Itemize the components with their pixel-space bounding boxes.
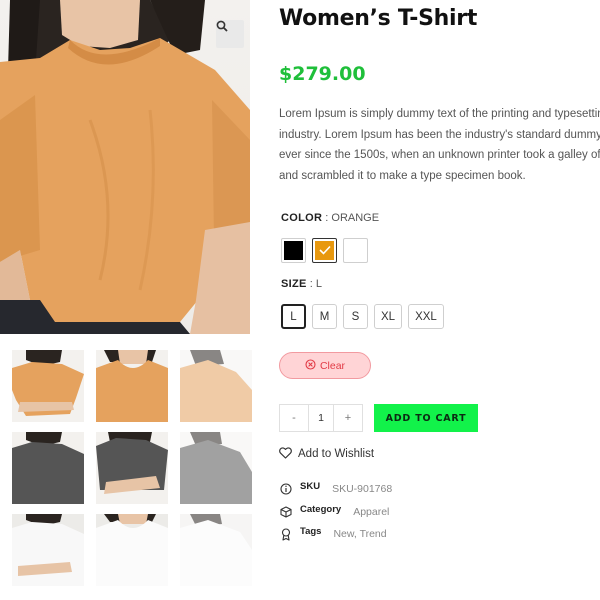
wishlist-label: Add to Wishlist [298, 448, 375, 460]
product-description: Lorem Ipsum is simply dummy text of the … [279, 104, 600, 186]
quantity-decrease-button[interactable]: - [280, 405, 308, 431]
product-details: Women’s T-Shirt $279.00 Lorem Ipsum is s… [279, 0, 600, 600]
description-line: ever since the 1500s, when an unknown pr… [279, 149, 600, 161]
zoom-button[interactable] [216, 20, 244, 48]
size-options: L M S XL XXL [281, 304, 444, 329]
tags-label: Tags [300, 526, 322, 537]
swatch-white[interactable] [343, 238, 368, 263]
size-option-xxl[interactable]: XXL [408, 304, 444, 329]
swatch-orange-fill [315, 241, 334, 260]
product-title: Women’s T-Shirt [279, 6, 478, 31]
size-label: SIZE [281, 278, 307, 290]
sku-label: SKU [300, 481, 321, 492]
size-option-xl[interactable]: XL [374, 304, 403, 329]
color-selected-value: ORANGE [331, 212, 380, 224]
checkmark-icon [318, 242, 331, 260]
quantity-input[interactable]: 1 [308, 405, 334, 431]
description-line: Lorem Ipsum is simply dummy text of the … [279, 108, 600, 120]
info-icon [280, 483, 292, 498]
tags-row: Tags New, Trend [280, 526, 387, 544]
color-swatches [281, 238, 368, 263]
thumbnail-white-neck[interactable] [96, 514, 168, 586]
description-line: and scrambled it to make a type specimen… [279, 169, 526, 182]
add-to-cart-button[interactable]: ADD TO CART [374, 404, 478, 432]
thumbnail-white-front[interactable] [12, 514, 84, 586]
tags-list: New, Trend [333, 528, 386, 540]
box-icon [280, 506, 292, 521]
thumbnail-orange-neck[interactable] [96, 350, 168, 422]
tshirt-photo [0, 0, 250, 334]
thumbnail-grey-front[interactable] [12, 432, 84, 504]
size-separator: : [306, 278, 316, 290]
sku-value: SKU-901768 [332, 483, 393, 495]
thumbnail-grey-arms[interactable] [96, 432, 168, 504]
category-label: Category [300, 504, 342, 515]
thumbnail-grey-side[interactable] [180, 432, 252, 504]
sku-row: SKU SKU-901768 [280, 481, 393, 498]
main-product-image[interactable] [0, 0, 250, 334]
size-selected-value: L [315, 278, 322, 290]
tag-link-trend[interactable]: Trend [360, 528, 387, 540]
thumbnail-orange-side[interactable] [180, 350, 252, 422]
category-row: Category Apparel [280, 504, 389, 521]
tag-link-new[interactable]: New [333, 528, 353, 540]
swatch-black-fill [284, 241, 303, 260]
quantity-increase-button[interactable]: + [334, 405, 362, 431]
thumbnail-orange-front[interactable] [12, 350, 84, 422]
clear-label: Clear [319, 359, 346, 372]
award-icon [280, 528, 292, 544]
quantity-stepper: - 1 + [279, 404, 363, 432]
size-label-row: SIZE : L [281, 278, 322, 290]
close-circle-icon [305, 358, 316, 373]
size-option-l[interactable]: L [281, 304, 306, 329]
size-option-m[interactable]: M [312, 304, 337, 329]
swatch-orange[interactable] [312, 238, 337, 263]
add-to-wishlist-link[interactable]: Add to Wishlist [279, 446, 374, 462]
thumbnail-white-side[interactable] [180, 514, 252, 586]
description-line: industry. Lorem Ipsum has been the indus… [279, 128, 600, 141]
color-label: COLOR [281, 212, 323, 224]
size-option-s[interactable]: S [343, 304, 368, 329]
swatch-white-fill [346, 241, 365, 260]
product-price: $279.00 [279, 63, 366, 85]
swatch-black[interactable] [281, 238, 306, 263]
thumbnail-gallery [12, 350, 252, 590]
heart-icon [279, 446, 292, 462]
category-link[interactable]: Apparel [353, 506, 389, 518]
color-label-row: COLOR : ORANGE [281, 212, 379, 224]
clear-button[interactable]: Clear [279, 352, 371, 379]
